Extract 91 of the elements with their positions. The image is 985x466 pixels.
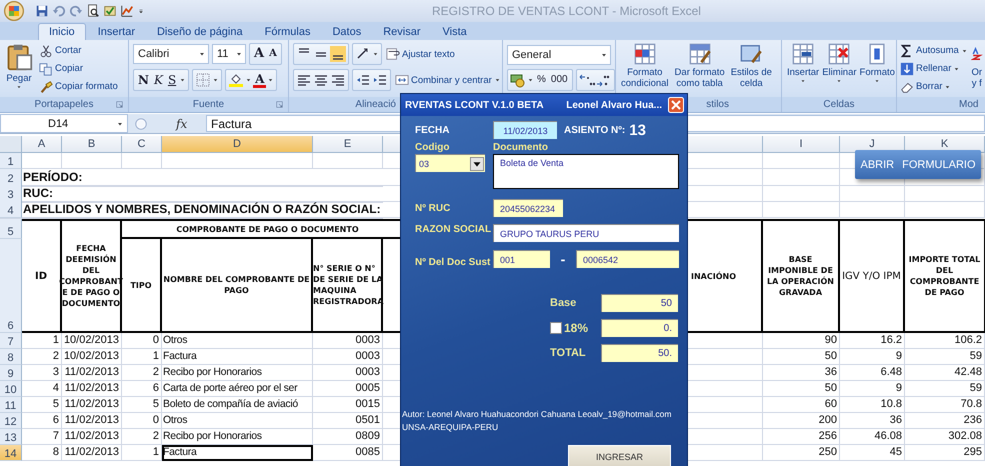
group-label: stilos xyxy=(706,99,729,110)
table-cell: 0003 xyxy=(313,333,383,349)
group-label: Alineació xyxy=(355,99,396,110)
table-cell: 106.2 xyxy=(905,333,985,349)
table-cell: 46.08 xyxy=(840,429,905,445)
table-cell: 59 xyxy=(905,381,985,397)
location-text: UNSA-AREQUIPA-PERU xyxy=(402,421,500,434)
form-label: Codigo xyxy=(415,142,450,153)
table-cell: 6 xyxy=(122,381,162,397)
table-cell: 6 xyxy=(22,413,62,429)
table-cell: 60 xyxy=(763,397,840,413)
form-label: Base xyxy=(550,297,578,309)
table-cell: Recibo por Honorarios xyxy=(162,365,313,381)
table-cell: 5 xyxy=(22,397,62,413)
column-heading: NOMBRE DEL COMPROBANTE DE PAGO xyxy=(162,239,313,333)
column-heading: BASE IMPONIBLE DE LA OPERACIÓN GRAVADA xyxy=(763,219,840,333)
table-cell: 0085 xyxy=(313,445,383,461)
form-author-title: Leonel Alvaro Hua... xyxy=(565,100,662,110)
table-cell: 10/02/2013 xyxy=(62,333,122,349)
table-cell: 3 xyxy=(22,365,62,381)
table-cell: 256 xyxy=(763,429,840,445)
table-cell: 50 xyxy=(763,381,840,397)
column-heading: TIPO xyxy=(122,239,162,333)
table-cell: 2 xyxy=(22,349,62,365)
column-heading: IMPORTE TOTAL DEL COMPROBANTE DE PAGO xyxy=(905,219,985,333)
table-cell: Recibo por Honorarios xyxy=(162,429,313,445)
table-cell: 11/02/2013 xyxy=(62,445,122,461)
table-cell: 42.48 xyxy=(905,365,985,381)
table-cell: 59 xyxy=(905,349,985,365)
form-title: RVENTAS LCONT V.1.0 BETA xyxy=(405,100,544,110)
window-title: REGISTRO DE VENTAS LCONT - Microsoft Excel xyxy=(432,4,701,18)
table-cell: 9 xyxy=(840,349,905,365)
table-cell: 0015 xyxy=(313,397,383,413)
table-cell: 302.08 xyxy=(905,429,985,445)
form-label: Documento xyxy=(493,142,548,153)
column-heading: IGV Y/O IPM xyxy=(840,219,905,333)
table-cell: 11/02/2013 xyxy=(62,365,122,381)
table-cell: 2 xyxy=(122,429,162,445)
table-cell: 0003 xyxy=(313,365,383,381)
table-cell: 11/02/2013 xyxy=(62,397,122,413)
form-label: RAZON SOCIAL xyxy=(415,224,492,235)
table-cell: 6.48 xyxy=(840,365,905,381)
table-cell: 10/02/2013 xyxy=(62,349,122,365)
table-cell: 0003 xyxy=(313,349,383,365)
group-label: Fuente xyxy=(192,99,224,110)
table-cell: 50 xyxy=(763,349,840,365)
table-cell: Factura xyxy=(162,349,313,365)
table-cell: 36 xyxy=(763,365,840,381)
table-cell: Otros xyxy=(162,413,313,429)
group-label: Mod xyxy=(959,99,978,110)
table-cell: 0809 xyxy=(313,429,383,445)
table-cell: 0501 xyxy=(313,413,383,429)
table-cell: 0 xyxy=(122,333,162,349)
table-cell: 7 xyxy=(22,429,62,445)
table-cell: 9 xyxy=(840,381,905,397)
table-cell: 70.8 xyxy=(905,397,985,413)
author-text: Autor: Leonel Alvaro Huahuacondori Cahuana Leoalv_19@hotmail.com xyxy=(402,408,672,421)
form-label: Nº Del Doc Sust xyxy=(415,256,492,268)
table-cell: 36 xyxy=(840,413,905,429)
table-cell: 45 xyxy=(840,445,905,461)
table-cell: 11/02/2013 xyxy=(62,381,122,397)
form-label: FECHA xyxy=(415,124,450,136)
table-cell: 250 xyxy=(763,445,840,461)
table-cell: 11/02/2013 xyxy=(62,413,122,429)
table-cell: 0005 xyxy=(313,381,383,397)
table-cell: 1 xyxy=(22,333,62,349)
table-cell: 1 xyxy=(122,445,162,461)
group-label: Celdas xyxy=(823,99,855,110)
table-cell: 90 xyxy=(763,333,840,349)
entry-number: 13 xyxy=(629,122,646,138)
table-cell: 295 xyxy=(905,445,985,461)
table-cell: Otros xyxy=(162,333,313,349)
table-cell: 4 xyxy=(22,381,62,397)
table-cell: 16.2 xyxy=(840,333,905,349)
table-cell: 10.8 xyxy=(840,397,905,413)
group-label: Portapapeles xyxy=(34,99,94,110)
table-cell: 8 xyxy=(22,445,62,461)
form-label: ASIENTO Nº: xyxy=(564,124,626,136)
table-cell: Boleto de compañía de aviació xyxy=(162,397,313,413)
table-cell: Carta de porte aéreo por el ser xyxy=(162,381,313,397)
table-cell: 11/02/2013 xyxy=(62,429,122,445)
table-cell: 2 xyxy=(122,365,162,381)
table-cell: 5 xyxy=(122,397,162,413)
table-cell: 236 xyxy=(905,413,985,429)
column-heading: ID xyxy=(22,219,62,333)
table-cell: 0 xyxy=(122,413,162,429)
form-label: TOTAL xyxy=(550,347,587,359)
form-label: Nº RUC xyxy=(415,202,452,214)
table-cell: 200 xyxy=(763,413,840,429)
table-cell: 1 xyxy=(122,349,162,365)
separator-dash: - xyxy=(560,251,566,267)
